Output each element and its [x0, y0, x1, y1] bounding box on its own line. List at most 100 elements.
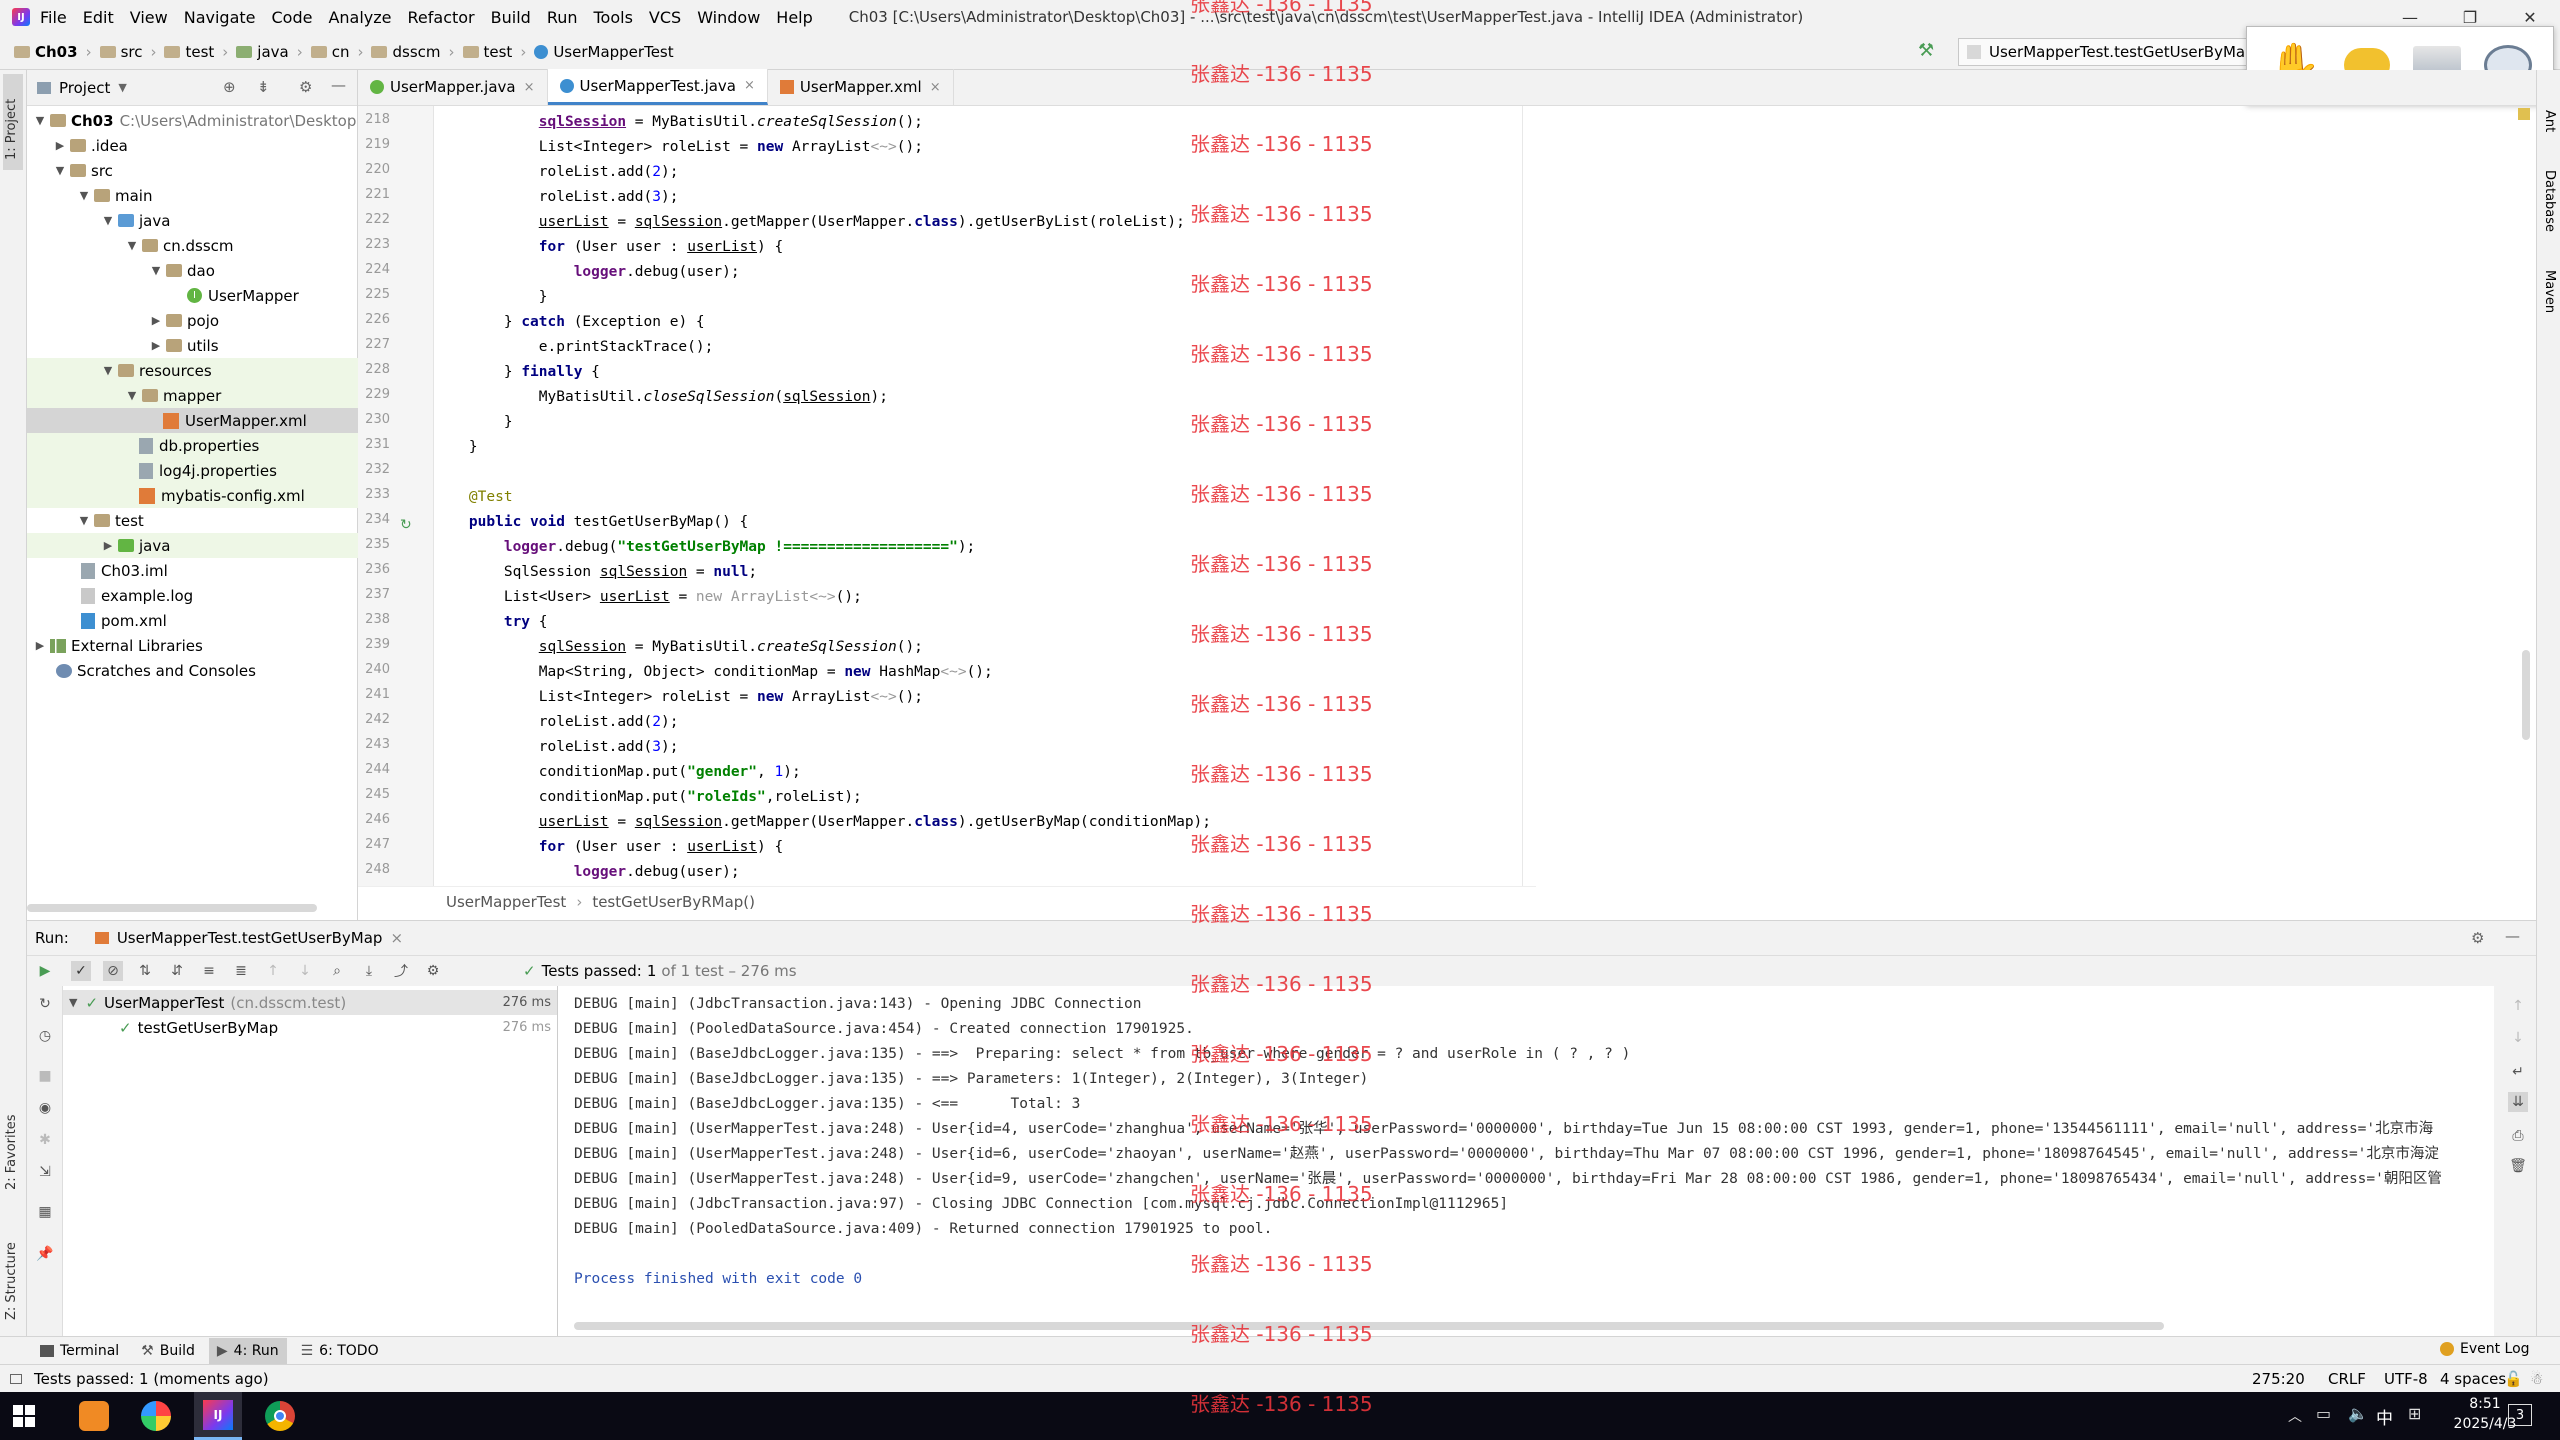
inspector-icon[interactable]: ☃: [2530, 1370, 2543, 1388]
rerun-failed-icon[interactable]: ↻: [35, 994, 55, 1014]
sort-duration-icon[interactable]: ⇵: [167, 961, 187, 981]
camera-icon[interactable]: ◉: [35, 1098, 55, 1118]
terminal-tab[interactable]: Terminal: [60, 1343, 119, 1359]
lock-icon[interactable]: 🔓: [2504, 1370, 2523, 1388]
database-tool-tab[interactable]: Database: [2542, 170, 2557, 232]
maven-tool-tab[interactable]: Maven: [2542, 270, 2557, 313]
hide-icon[interactable]: —: [331, 76, 346, 94]
run-config-selector[interactable]: UserMapperTest.testGetUserByMap: [1958, 38, 2264, 66]
status-window-icon[interactable]: [10, 1373, 22, 1384]
tree-item-scratches[interactable]: Scratches and Consoles: [27, 658, 358, 683]
breadcrumb-method[interactable]: testGetUserByRMap(): [592, 893, 755, 911]
close-icon[interactable]: ×: [930, 80, 941, 95]
tree-item-usermapper[interactable]: I UserMapper: [27, 283, 358, 308]
close-icon[interactable]: ×: [524, 80, 535, 95]
trash-icon[interactable]: 🗑: [2508, 1156, 2528, 1176]
test-case-row[interactable]: ✓ testGetUserByMap 276 ms: [63, 1015, 557, 1040]
menu-refactor[interactable]: Refactor: [408, 8, 475, 27]
tree-item-mybatis-config[interactable]: mybatis-config.xml: [27, 483, 358, 508]
tree-item-idea[interactable]: ▶ .idea: [27, 133, 358, 158]
menu-run[interactable]: Run: [547, 8, 578, 27]
todo-tab[interactable]: 6: TODO: [319, 1343, 378, 1359]
crumb-src[interactable]: src ›: [99, 43, 156, 61]
tree-item-utils[interactable]: ▶ utils: [27, 333, 358, 358]
tree-item-java[interactable]: ▼ java: [27, 208, 358, 233]
hammer-icon[interactable]: ⚒: [1918, 40, 1934, 61]
collapse-all-icon[interactable]: ⇟: [257, 78, 270, 96]
menu-file[interactable]: File: [40, 8, 67, 27]
ime-indicator[interactable]: 中: [2376, 1404, 2393, 1429]
horizontal-scrollbar[interactable]: [27, 904, 317, 912]
tree-item-test-java[interactable]: ▶ java: [27, 533, 358, 558]
gear-icon[interactable]: ⚙: [423, 961, 443, 981]
export-icon[interactable]: ⤴: [391, 961, 411, 981]
stop-icon[interactable]: ■: [35, 1066, 55, 1086]
volume-icon[interactable]: 🔈: [2348, 1404, 2368, 1423]
menu-view[interactable]: View: [130, 8, 168, 27]
console-output[interactable]: DEBUG [main] (JdbcTransaction.java:143) …: [558, 986, 2494, 1336]
locate-icon[interactable]: ⊕: [223, 78, 236, 96]
crumb-ch03[interactable]: Ch03 ›: [14, 43, 92, 61]
menu-code[interactable]: Code: [272, 8, 313, 27]
history-icon[interactable]: ⌕: [327, 961, 347, 981]
gear-icon[interactable]: ⚙: [299, 78, 312, 96]
toggle-auto-test-icon[interactable]: ◷: [35, 1026, 55, 1046]
breadcrumb-class[interactable]: UserMapperTest: [446, 893, 566, 911]
collapse-all-icon[interactable]: ≣: [231, 961, 251, 981]
close-icon[interactable]: ×: [744, 78, 755, 93]
rerun-icon[interactable]: ▶: [35, 961, 55, 981]
tree-item-pom-xml[interactable]: pom.xml: [27, 608, 358, 633]
chevron-down-icon[interactable]: ▼: [118, 81, 126, 94]
tree-item-mapper[interactable]: ▼ mapper: [27, 383, 358, 408]
arrow-down-icon[interactable]: ↓: [295, 961, 315, 981]
project-tool-tab[interactable]: 1: Project: [4, 99, 19, 160]
tree-item-resources[interactable]: ▼ resources: [27, 358, 358, 383]
crumb-usermappertest[interactable]: UserMapperTest: [534, 43, 674, 61]
menu-help[interactable]: Help: [776, 8, 812, 27]
event-log-tab[interactable]: Event Log: [2440, 1341, 2530, 1357]
tree-item-usermapper-xml[interactable]: UserMapper.xml: [27, 408, 358, 433]
project-panel-title[interactable]: Project: [59, 79, 110, 97]
tree-item-test[interactable]: ▼ test: [27, 508, 358, 533]
tree-item-external-libraries[interactable]: ▶ External Libraries: [27, 633, 358, 658]
crumb-java[interactable]: java ›: [236, 43, 303, 61]
notification-center-icon[interactable]: 3: [2508, 1404, 2532, 1426]
test-suite-row[interactable]: ▼ ✓ UserMapperTest (cn.dsscm.test) 276 m…: [63, 990, 557, 1015]
menu-tools[interactable]: Tools: [594, 8, 633, 27]
layout-icon[interactable]: ▦: [35, 1202, 55, 1222]
windows-start-icon[interactable]: [0, 1392, 48, 1440]
file-encoding[interactable]: UTF-8: [2384, 1370, 2428, 1388]
soft-wrap-icon[interactable]: ↵: [2508, 1062, 2528, 1082]
caret-position[interactable]: 275:20: [2252, 1370, 2305, 1388]
menu-window[interactable]: Window: [697, 8, 760, 27]
tree-item-pojo[interactable]: ▶ pojo: [27, 308, 358, 333]
menu-edit[interactable]: Edit: [83, 8, 114, 27]
debug-icon[interactable]: ✱: [35, 1130, 55, 1150]
favorites-tool-tab[interactable]: 2: Favorites: [4, 1114, 19, 1190]
tree-item-log4j-properties[interactable]: log4j.properties: [27, 458, 358, 483]
menu-navigate[interactable]: Navigate: [184, 8, 256, 27]
arrow-down-icon[interactable]: ↓: [2508, 1028, 2528, 1048]
network-icon[interactable]: ▭: [2316, 1404, 2331, 1423]
sort-alpha-icon[interactable]: ⇅: [135, 961, 155, 981]
tree-item-example-log[interactable]: example.log: [27, 583, 358, 608]
warning-marker-icon[interactable]: [2518, 108, 2530, 120]
expand-all-icon[interactable]: ≡: [199, 961, 219, 981]
menu-build[interactable]: Build: [491, 8, 531, 27]
build-tab[interactable]: Build: [160, 1343, 195, 1359]
tab-usermapper-java[interactable]: UserMapper.java ×: [358, 69, 548, 105]
show-passed-icon[interactable]: ✓: [71, 961, 91, 981]
run-config-tab[interactable]: UserMapperTest.testGetUserByMap: [117, 929, 383, 947]
gear-icon[interactable]: ⚙: [2471, 929, 2484, 947]
ant-tool-tab[interactable]: Ant: [2542, 110, 2557, 132]
app-paint-icon[interactable]: [132, 1392, 180, 1440]
crumb-test[interactable]: test ›: [164, 43, 228, 61]
crumb-cn[interactable]: cn ›: [310, 43, 363, 61]
run-tab[interactable]: ▶ 4: Run: [208, 1337, 287, 1364]
tree-item-ch03-iml[interactable]: Ch03.iml: [27, 558, 358, 583]
tree-item-db-properties[interactable]: db.properties: [27, 433, 358, 458]
structure-tool-tab[interactable]: Z: Structure: [4, 1242, 19, 1320]
tree-item-dao[interactable]: ▼ dao: [27, 258, 358, 283]
tab-usermapper-xml[interactable]: UserMapper.xml ×: [768, 69, 954, 105]
hide-icon[interactable]: —: [2505, 927, 2520, 945]
